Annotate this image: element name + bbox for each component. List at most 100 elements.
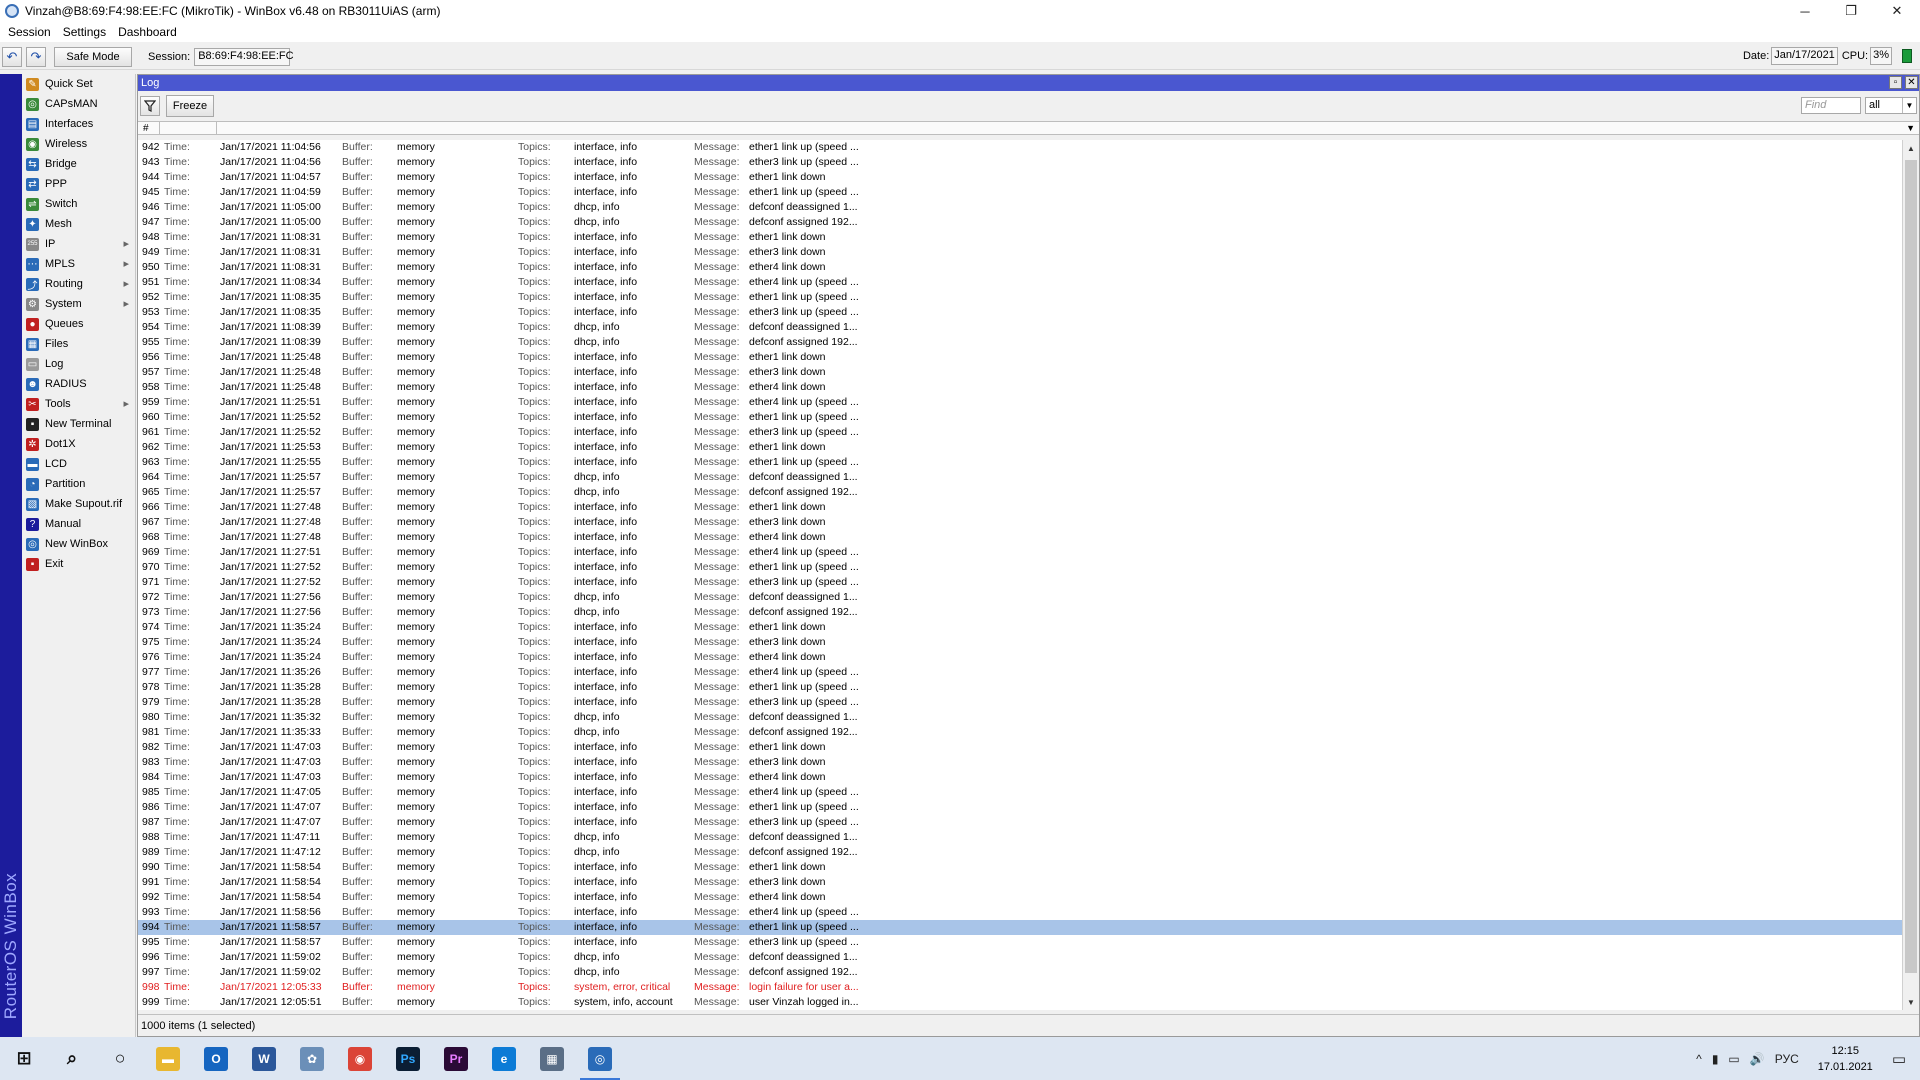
sidebar-item-new-terminal[interactable]: ▪ New Terminal <box>22 414 135 434</box>
log-row[interactable]: 991 Time: Jan/17/2021 11:58:54 Buffer: memor… <box>138 875 1902 890</box>
log-row[interactable]: 949 Time: Jan/17/2021 11:08:31 Buffer: memor… <box>138 245 1902 260</box>
log-row[interactable]: 987 Time: Jan/17/2021 11:47:07 Buffer: memor… <box>138 815 1902 830</box>
log-row[interactable]: 967 Time: Jan/17/2021 11:27:48 Buffer: memor… <box>138 515 1902 530</box>
taskbar-button[interactable]: ◉ <box>336 1037 384 1080</box>
log-row[interactable]: 985 Time: Jan/17/2021 11:47:05 Buffer: memor… <box>138 785 1902 800</box>
log-row[interactable]: 957 Time: Jan/17/2021 11:25:48 Buffer: memor… <box>138 365 1902 380</box>
freeze-button[interactable]: Freeze <box>166 95 214 117</box>
log-row[interactable]: 948 Time: Jan/17/2021 11:08:31 Buffer: memor… <box>138 230 1902 245</box>
menu-session[interactable]: Session <box>4 25 55 39</box>
tray-volume-icon[interactable]: 🔊 <box>1750 1052 1765 1066</box>
log-row[interactable]: 969 Time: Jan/17/2021 11:27:51 Buffer: memor… <box>138 545 1902 560</box>
taskbar-button[interactable]: ✿ <box>288 1037 336 1080</box>
log-row[interactable]: 945 Time: Jan/17/2021 11:04:59 Buffer: memor… <box>138 185 1902 200</box>
sidebar-item-log[interactable]: ▭ Log <box>22 354 135 374</box>
log-row[interactable]: 972 Time: Jan/17/2021 11:27:56 Buffer: memor… <box>138 590 1902 605</box>
sidebar-item-system[interactable]: ⚙ System ▸ <box>22 294 135 314</box>
log-row[interactable]: 993 Time: Jan/17/2021 11:58:56 Buffer: memor… <box>138 905 1902 920</box>
log-row[interactable]: 971 Time: Jan/17/2021 11:27:52 Buffer: memor… <box>138 575 1902 590</box>
log-row[interactable]: 953 Time: Jan/17/2021 11:08:35 Buffer: memor… <box>138 305 1902 320</box>
log-row[interactable]: 968 Time: Jan/17/2021 11:27:48 Buffer: memor… <box>138 530 1902 545</box>
sidebar-item-bridge[interactable]: ⇆ Bridge <box>22 154 135 174</box>
scroll-up-icon[interactable]: ▲ <box>1903 140 1919 156</box>
sidebar-item-quick-set[interactable]: ✎ Quick Set <box>22 74 135 94</box>
log-row[interactable]: 942 Time: Jan/17/2021 11:04:56 Buffer: memor… <box>138 140 1902 155</box>
sidebar-item-mesh[interactable]: ✦ Mesh <box>22 214 135 234</box>
tray-battery-icon[interactable]: ▮ <box>1712 1052 1719 1066</box>
sidebar-item-interfaces[interactable]: ▤ Interfaces <box>22 114 135 134</box>
redo-button[interactable]: ↷ <box>26 46 46 67</box>
log-row[interactable]: 995 Time: Jan/17/2021 11:58:57 Buffer: memor… <box>138 935 1902 950</box>
tray-language[interactable]: РУС <box>1775 1052 1799 1066</box>
log-row[interactable]: 986 Time: Jan/17/2021 11:47:07 Buffer: memor… <box>138 800 1902 815</box>
log-row[interactable]: 978 Time: Jan/17/2021 11:35:28 Buffer: memor… <box>138 680 1902 695</box>
restore-button[interactable]: ❐ <box>1828 0 1874 22</box>
taskbar-button[interactable]: ○ <box>96 1037 144 1080</box>
log-row[interactable]: 958 Time: Jan/17/2021 11:25:48 Buffer: memor… <box>138 380 1902 395</box>
column-header-number[interactable]: # <box>138 122 160 134</box>
log-row[interactable]: 951 Time: Jan/17/2021 11:08:34 Buffer: memor… <box>138 275 1902 290</box>
scroll-down-icon[interactable]: ▼ <box>1903 994 1919 1010</box>
taskbar-button[interactable]: Pr <box>432 1037 480 1080</box>
sidebar-item-switch[interactable]: ⇌ Switch <box>22 194 135 214</box>
taskbar-button[interactable]: ▦ <box>528 1037 576 1080</box>
log-row[interactable]: 964 Time: Jan/17/2021 11:25:57 Buffer: memor… <box>138 470 1902 485</box>
tray-chevron-icon[interactable]: ^ <box>1696 1052 1702 1066</box>
log-row[interactable]: 997 Time: Jan/17/2021 11:59:02 Buffer: memor… <box>138 965 1902 980</box>
tray-network-icon[interactable]: ▭ <box>1728 1052 1739 1066</box>
minimize-button[interactable]: ─ <box>1782 0 1828 22</box>
log-row[interactable]: 989 Time: Jan/17/2021 11:47:12 Buffer: memor… <box>138 845 1902 860</box>
log-row[interactable]: 959 Time: Jan/17/2021 11:25:51 Buffer: memor… <box>138 395 1902 410</box>
log-row[interactable]: 998 Time: Jan/17/2021 12:05:33 Buffer: memor… <box>138 980 1902 995</box>
session-field[interactable]: B8:69:F4:98:EE:FC <box>194 47 294 66</box>
log-row[interactable]: 963 Time: Jan/17/2021 11:25:55 Buffer: memor… <box>138 455 1902 470</box>
log-row[interactable]: 976 Time: Jan/17/2021 11:35:24 Buffer: memor… <box>138 650 1902 665</box>
notifications-icon[interactable]: ▭ <box>1892 1050 1906 1068</box>
log-row[interactable]: 983 Time: Jan/17/2021 11:47:03 Buffer: memor… <box>138 755 1902 770</box>
sidebar-item-ip[interactable]: 255 IP ▸ <box>22 234 135 254</box>
log-row[interactable]: 962 Time: Jan/17/2021 11:25:53 Buffer: memor… <box>138 440 1902 455</box>
taskbar-button[interactable]: ⌕ <box>48 1037 96 1080</box>
sidebar-item-partition[interactable]: ◔ Partition <box>22 474 135 494</box>
taskbar-button[interactable]: ▬ <box>144 1037 192 1080</box>
sidebar-item-capsman[interactable]: ◎ CAPsMAN <box>22 94 135 114</box>
log-row[interactable]: 970 Time: Jan/17/2021 11:27:52 Buffer: memor… <box>138 560 1902 575</box>
log-row[interactable]: 988 Time: Jan/17/2021 11:47:11 Buffer: memor… <box>138 830 1902 845</box>
log-row[interactable]: 992 Time: Jan/17/2021 11:58:54 Buffer: memor… <box>138 890 1902 905</box>
sidebar-item-files[interactable]: ▦ Files <box>22 334 135 354</box>
taskbar-button[interactable]: ⊞ <box>0 1037 48 1080</box>
sidebar-item-exit[interactable]: ▪ Exit <box>22 554 135 574</box>
clock[interactable]: 12:15 17.01.2021 <box>1818 1043 1873 1075</box>
sidebar-item-new-winbox[interactable]: ◎ New WinBox <box>22 534 135 554</box>
filter-button[interactable] <box>140 96 160 116</box>
taskbar-button[interactable]: ◎ <box>576 1037 624 1080</box>
log-row[interactable]: 994 Time: Jan/17/2021 11:58:57 Buffer: memor… <box>138 920 1902 935</box>
find-input[interactable]: Find <box>1801 97 1861 114</box>
log-row[interactable]: 954 Time: Jan/17/2021 11:08:39 Buffer: memor… <box>138 320 1902 335</box>
log-row[interactable]: 952 Time: Jan/17/2021 11:08:35 Buffer: memor… <box>138 290 1902 305</box>
sidebar-item-routing[interactable]: ⤴ Routing ▸ <box>22 274 135 294</box>
sidebar-item-radius[interactable]: ☻ RADIUS <box>22 374 135 394</box>
log-row[interactable]: 999 Time: Jan/17/2021 12:05:51 Buffer: memor… <box>138 995 1902 1010</box>
maximize-log-icon[interactable]: ▫ <box>1889 76 1902 89</box>
taskbar-button[interactable]: e <box>480 1037 528 1080</box>
log-row[interactable]: 979 Time: Jan/17/2021 11:35:28 Buffer: memor… <box>138 695 1902 710</box>
log-row[interactable]: 961 Time: Jan/17/2021 11:25:52 Buffer: memor… <box>138 425 1902 440</box>
menu-dashboard[interactable]: Dashboard <box>114 25 181 39</box>
log-row[interactable]: 996 Time: Jan/17/2021 11:59:02 Buffer: memor… <box>138 950 1902 965</box>
taskbar-button[interactable]: O <box>192 1037 240 1080</box>
sidebar-item-ppp[interactable]: ⇄ PPP <box>22 174 135 194</box>
log-row[interactable]: 981 Time: Jan/17/2021 11:35:33 Buffer: memor… <box>138 725 1902 740</box>
sidebar-item-wireless[interactable]: ◉ Wireless <box>22 134 135 154</box>
log-row[interactable]: 990 Time: Jan/17/2021 11:58:54 Buffer: memor… <box>138 860 1902 875</box>
scroll-thumb[interactable] <box>1905 160 1917 973</box>
taskbar-button[interactable]: W <box>240 1037 288 1080</box>
sidebar-item-mpls[interactable]: ⋯ MPLS ▸ <box>22 254 135 274</box>
log-row[interactable]: 984 Time: Jan/17/2021 11:47:03 Buffer: memor… <box>138 770 1902 785</box>
log-row[interactable]: 944 Time: Jan/17/2021 11:04:57 Buffer: memor… <box>138 170 1902 185</box>
sidebar-item-dot1x[interactable]: ✲ Dot1X <box>22 434 135 454</box>
log-row[interactable]: 965 Time: Jan/17/2021 11:25:57 Buffer: memor… <box>138 485 1902 500</box>
sidebar-item-tools[interactable]: ✂ Tools ▸ <box>22 394 135 414</box>
undo-button[interactable]: ↶ <box>2 46 22 67</box>
filter-select[interactable]: all ▼ <box>1865 97 1917 114</box>
